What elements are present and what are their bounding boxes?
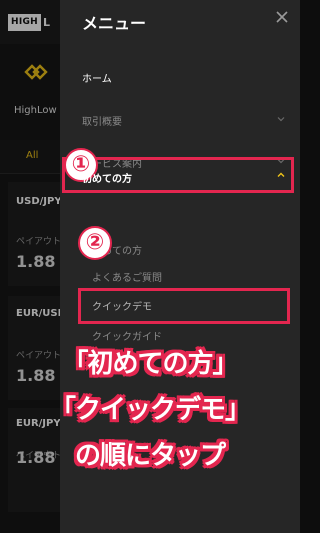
instruction-line-1: 「初めての方」 [62, 349, 238, 379]
highlight-quick-demo [78, 288, 290, 324]
chevron-down-icon [277, 117, 285, 122]
submenu-item-quick-guide[interactable]: クイックガイド [92, 328, 162, 343]
menu-title: メニュー [82, 14, 147, 33]
menu-item-beginners-label: 初めての方 [82, 174, 132, 185]
instruction-line-2: 「クイックデモ」 [49, 395, 251, 425]
instruction-line-3: の順にタップ [74, 441, 226, 471]
close-icon[interactable] [274, 9, 290, 25]
step-2-badge: ② [78, 226, 112, 260]
menu-item-trading-overview[interactable]: 取引概要 [82, 113, 122, 128]
menu-item-home[interactable]: ホーム [82, 70, 112, 85]
submenu-item-faq[interactable]: よくあるご質問 [92, 269, 162, 284]
